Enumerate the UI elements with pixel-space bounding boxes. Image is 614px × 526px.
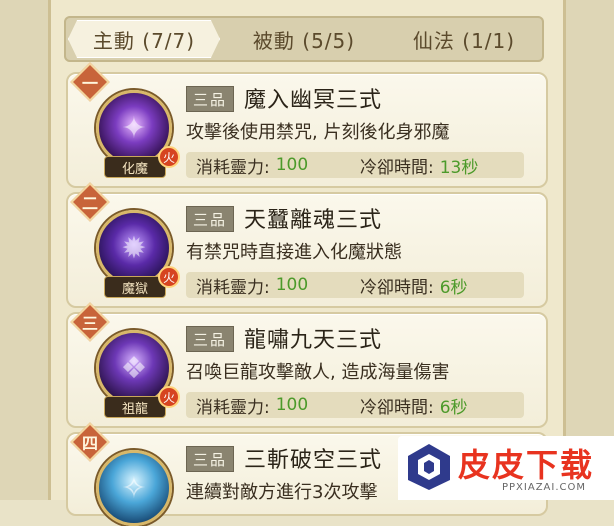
cost-label: 消耗靈力:	[196, 397, 270, 418]
cost-label: 消耗靈力:	[196, 277, 270, 298]
right-background	[563, 0, 614, 500]
skill-card-2[interactable]: 二 ✹ 魔獄 火 三品 天蠶離魂三式 有禁咒時直接進入化魔狀態 消耗靈力: 100…	[66, 182, 548, 308]
cooldown-stat: 冷卻時間: 6秒	[350, 392, 524, 418]
cost-label: 消耗靈力:	[196, 157, 270, 178]
skill-tag: 祖龍	[104, 396, 166, 418]
cost-value: 100	[275, 275, 309, 295]
grade-badge: 三品	[186, 326, 235, 352]
watermark-logo-icon	[408, 444, 450, 490]
grade-badge: 三品	[186, 206, 235, 232]
cooldown-stat: 冷卻時間: 6秒	[350, 272, 524, 298]
rank-number: 三	[81, 314, 98, 333]
tab-passive-skills[interactable]: 被動 (5/5)	[228, 20, 380, 58]
skill-card-1[interactable]: 一 ✦ 化魔 火 三品 魔入幽冥三式 攻擊後使用禁咒, 片刻後化身邪魔 消耗靈力…	[66, 62, 548, 188]
cooldown-label: 冷卻時間:	[360, 277, 434, 298]
skill-name: 魔入幽冥三式	[244, 88, 383, 113]
fire-element-icon: 火	[158, 386, 180, 408]
watermark-subtitle: PPXIAZAI.COM	[502, 482, 587, 493]
skill-tag: 化魔	[104, 156, 166, 178]
skill-tabs: 主動 (7/7) 被動 (5/5) 仙法 (1/1)	[64, 16, 544, 62]
cost-stat: 消耗靈力: 100	[186, 392, 372, 418]
cooldown-value: 6秒	[439, 277, 468, 298]
cost-value: 100	[275, 155, 309, 175]
crystal-blade-icon: ✧	[121, 470, 147, 506]
skill-name: 龍嘯九天三式	[244, 328, 383, 353]
grade-badge: 三品	[186, 446, 235, 472]
tab-immortal-arts[interactable]: 仙法 (1/1)	[388, 20, 540, 58]
skill-card-3[interactable]: 三 ❖ 祖龍 火 三品 龍嘯九天三式 召喚巨龍攻擊敵人, 造成海量傷害 消耗靈力…	[66, 302, 548, 428]
fire-element-icon: 火	[158, 146, 180, 168]
cooldown-value: 6秒	[439, 397, 468, 418]
skill-tag: 魔獄	[104, 276, 166, 298]
skill-icon[interactable]: ✧	[96, 450, 172, 526]
tab-active-skills[interactable]: 主動 (7/7)	[68, 20, 220, 58]
skill-description: 攻擊後使用禁咒, 片刻後化身邪魔	[186, 122, 450, 143]
cooldown-stat: 冷卻時間: 13秒	[350, 152, 524, 178]
cooldown-value: 13秒	[439, 157, 479, 178]
rank-number: 二	[81, 194, 98, 213]
cooldown-label: 冷卻時間:	[360, 157, 434, 178]
grade-badge: 三品	[186, 86, 235, 112]
fire-element-icon: 火	[158, 266, 180, 288]
left-background	[0, 0, 48, 500]
skill-description: 有禁咒時直接進入化魔狀態	[186, 242, 402, 263]
cost-value: 100	[275, 395, 309, 415]
cooldown-label: 冷卻時間:	[360, 397, 434, 418]
watermark-title: 皮皮下载	[458, 446, 595, 484]
skill-description: 召喚巨龍攻擊敵人, 造成海量傷害	[186, 362, 450, 383]
skill-name: 三斬破空三式	[244, 448, 383, 473]
rank-number: 四	[81, 434, 98, 453]
cost-stat: 消耗靈力: 100	[186, 152, 372, 178]
cost-stat: 消耗靈力: 100	[186, 272, 372, 298]
skill-description: 連續對敵方進行3次攻擊	[186, 482, 378, 503]
rank-number: 一	[81, 74, 98, 93]
skill-name: 天蠶離魂三式	[244, 208, 383, 233]
